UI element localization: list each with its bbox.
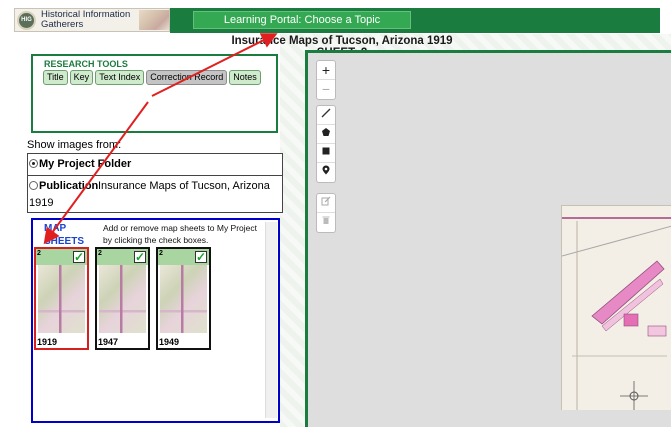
map-sheets-help-text: Add or remove map sheets to My Project b… bbox=[103, 223, 258, 245]
map-thumbnail-image bbox=[38, 265, 85, 333]
research-tools-panel: RESEARCH TOOLS Title Key Text Index Corr… bbox=[31, 54, 278, 133]
thumb-sheet-number: 2 bbox=[37, 250, 41, 257]
map-thumbnail-image bbox=[99, 265, 146, 333]
research-tools-buttons: Title Key Text Index Correction Record N… bbox=[43, 70, 261, 85]
trash-icon[interactable] bbox=[317, 213, 335, 232]
text-index-button[interactable]: Text Index bbox=[95, 70, 145, 85]
thumb-sheet-number: 2 bbox=[98, 250, 102, 257]
map-sheet-thumb-1919[interactable]: 2 ✓ 1919 bbox=[34, 247, 89, 350]
show-images-label: Show images from: bbox=[27, 139, 122, 151]
edit-icon[interactable] bbox=[317, 194, 335, 213]
map-sheet-thumb-1947[interactable]: 2 ✓ 1947 bbox=[95, 247, 150, 350]
zoom-in-button[interactable]: + bbox=[317, 61, 335, 80]
place-marker-icon[interactable] bbox=[317, 163, 335, 182]
research-tools-title: RESEARCH TOOLS bbox=[44, 59, 128, 69]
checkbox-checked-icon[interactable]: ✓ bbox=[134, 251, 146, 263]
map-sheets-heading: MAP SHEETS bbox=[44, 222, 84, 248]
checkbox-checked-icon[interactable]: ✓ bbox=[195, 251, 207, 263]
title-button[interactable]: Title bbox=[43, 70, 68, 85]
correction-record-button[interactable]: Correction Record bbox=[146, 70, 228, 85]
logo-text: Historical Information Gatherers bbox=[41, 9, 131, 30]
zoom-control: + − bbox=[316, 60, 336, 100]
map-sheet-image[interactable] bbox=[561, 205, 671, 410]
key-button[interactable]: Key bbox=[69, 70, 94, 85]
draw-toolbar bbox=[316, 105, 336, 183]
zoom-out-button[interactable]: − bbox=[317, 80, 335, 99]
map-sheet-thumb-1949[interactable]: 2 ✓ 1949 bbox=[156, 247, 211, 350]
map-sheets-scrollbar[interactable] bbox=[265, 222, 277, 418]
publication-radio[interactable] bbox=[29, 181, 38, 190]
draw-line-icon[interactable] bbox=[317, 106, 335, 125]
map-thumbnail-image bbox=[160, 265, 207, 333]
logo-image bbox=[139, 10, 169, 30]
project-folder-label[interactable]: My Project Folder bbox=[39, 158, 131, 170]
choose-topic-button[interactable]: Learning Portal: Choose a Topic bbox=[193, 11, 411, 29]
top-bar: Learning Portal: Choose a Topic bbox=[170, 8, 660, 33]
publication-title: Insurance Maps of Tucson, Arizona bbox=[98, 180, 270, 192]
map-sheets-heading-line1: MAP bbox=[44, 223, 67, 234]
draw-rectangle-icon[interactable] bbox=[317, 144, 335, 163]
thumb-year: 1947 bbox=[98, 337, 119, 347]
project-folder-radio[interactable] bbox=[29, 159, 38, 168]
publication-year: 1919 bbox=[29, 197, 54, 209]
checkbox-checked-icon[interactable]: ✓ bbox=[73, 251, 85, 263]
logo-badge-icon: HIG bbox=[17, 11, 36, 30]
thumb-year: 1919 bbox=[37, 337, 58, 347]
notes-button[interactable]: Notes bbox=[229, 70, 261, 85]
thumb-year: 1949 bbox=[159, 337, 180, 347]
image-source-selector: My Project Folder Publication Insurance … bbox=[27, 153, 283, 213]
site-logo[interactable]: HIG Historical Information Gatherers bbox=[14, 8, 170, 32]
thumb-sheet-number: 2 bbox=[159, 250, 163, 257]
draw-polygon-icon[interactable] bbox=[317, 125, 335, 144]
map-sheets-panel: MAP SHEETS Add or remove map sheets to M… bbox=[31, 218, 280, 423]
publication-label[interactable]: Publication bbox=[39, 180, 98, 192]
edit-toolbar bbox=[316, 193, 336, 233]
